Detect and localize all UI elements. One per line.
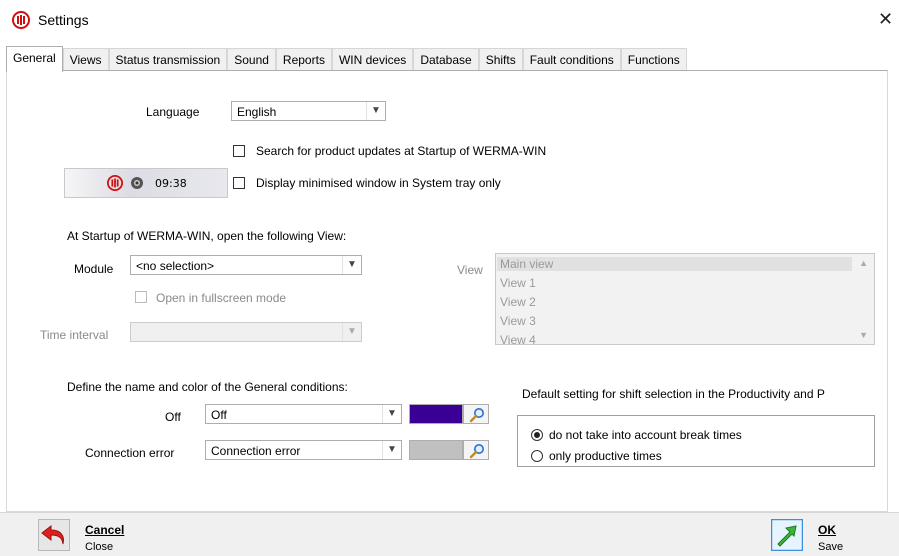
footer-bar: Cancel Close OK Save (0, 512, 899, 556)
tab-database[interactable]: Database (413, 48, 479, 71)
magnifier-icon (469, 444, 484, 459)
off-color-picker-button[interactable] (463, 404, 489, 424)
list-item[interactable]: View 4 (500, 333, 536, 344)
chevron-down-icon: ▼ (342, 323, 361, 341)
break-times-radio[interactable] (531, 429, 543, 441)
break-times-label: do not take into account break times (549, 428, 742, 442)
webcam-icon (131, 177, 143, 189)
off-color-swatch[interactable] (409, 404, 463, 424)
ok-title: OK (818, 523, 836, 537)
view-listbox[interactable]: Main view View 1 View 2 View 3 View 4 ▲ … (495, 253, 875, 345)
tray-only-label: Display minimised window in System tray … (256, 176, 501, 190)
window-title: Settings (38, 12, 89, 28)
magnifier-icon (469, 408, 484, 423)
conn-error-name-select[interactable]: Connection error ▼ (205, 440, 402, 460)
time-interval-label: Time interval (40, 328, 109, 342)
tab-status-transmission[interactable]: Status transmission (108, 48, 228, 71)
language-select[interactable]: English ▼ (231, 101, 386, 121)
conn-error-value: Connection error (211, 444, 301, 458)
chevron-down-icon: ▼ (382, 441, 401, 459)
list-item[interactable]: Main view (497, 257, 852, 271)
shift-selection-group: do not take into account break times onl… (517, 415, 875, 467)
conditions-heading: Define the name and color of the General… (67, 380, 348, 394)
cancel-button[interactable]: Cancel Close (38, 518, 138, 554)
chevron-down-icon: ▼ (366, 102, 385, 120)
ok-button[interactable]: OK Save (771, 518, 861, 554)
title-bar: Settings ✕ (0, 0, 899, 44)
scroll-up-icon[interactable]: ▲ (859, 258, 868, 268)
tray-only-checkbox[interactable] (233, 177, 245, 189)
module-select[interactable]: <no selection> ▼ (130, 255, 362, 275)
list-item[interactable]: View 2 (500, 295, 536, 309)
cancel-title: Cancel (85, 523, 125, 537)
time-interval-select[interactable]: ▼ (130, 322, 362, 342)
module-value: <no selection> (136, 259, 215, 273)
list-item[interactable]: View 3 (500, 314, 536, 328)
tab-bar: General Views Status transmission Sound … (6, 46, 687, 72)
module-label: Module (74, 262, 114, 276)
tab-sound[interactable]: Sound (227, 48, 276, 71)
conn-error-color-swatch[interactable] (409, 440, 463, 460)
chevron-down-icon: ▼ (382, 405, 401, 423)
fullscreen-checkbox[interactable] (135, 291, 147, 303)
tab-win-devices[interactable]: WIN devices (331, 48, 414, 71)
scroll-down-icon[interactable]: ▼ (859, 330, 868, 340)
productive-times-label: only productive times (549, 449, 662, 463)
off-value: Off (211, 408, 227, 422)
system-tray-preview: 09:38 (64, 168, 228, 198)
tab-reports[interactable]: Reports (275, 48, 332, 71)
tab-general[interactable]: General (6, 46, 63, 72)
tab-views[interactable]: Views (62, 48, 109, 71)
language-value: English (237, 105, 277, 119)
productive-times-radio[interactable] (531, 450, 543, 462)
off-label: Off (165, 410, 181, 424)
close-icon[interactable]: ✕ (878, 10, 893, 28)
startup-heading: At Startup of WERMA-WIN, open the follow… (67, 229, 347, 243)
off-name-select[interactable]: Off ▼ (205, 404, 402, 424)
conn-error-label: Connection error (85, 446, 175, 460)
view-label: View (457, 263, 483, 277)
werma-logo-icon (12, 11, 30, 29)
chevron-down-icon: ▼ (342, 256, 361, 274)
conn-error-color-picker-button[interactable] (463, 440, 489, 460)
ok-subtitle: Save (818, 541, 844, 553)
tab-shifts[interactable]: Shifts (478, 48, 523, 71)
language-label: Language (146, 105, 200, 119)
tab-functions[interactable]: Functions (620, 48, 687, 71)
fullscreen-label: Open in fullscreen mode (156, 291, 287, 305)
shift-heading: Default setting for shift selection in t… (522, 387, 825, 401)
search-updates-label: Search for product updates at Startup of… (256, 144, 547, 158)
list-item[interactable]: View 1 (500, 276, 536, 290)
tray-clock: 09:38 (155, 177, 187, 190)
cancel-subtitle: Close (85, 541, 114, 553)
tab-fault-conditions[interactable]: Fault conditions (522, 48, 621, 71)
green-arrow-icon (771, 519, 803, 551)
undo-arrow-icon (38, 519, 70, 551)
werma-logo-icon (107, 175, 123, 191)
search-updates-checkbox[interactable] (233, 145, 245, 157)
